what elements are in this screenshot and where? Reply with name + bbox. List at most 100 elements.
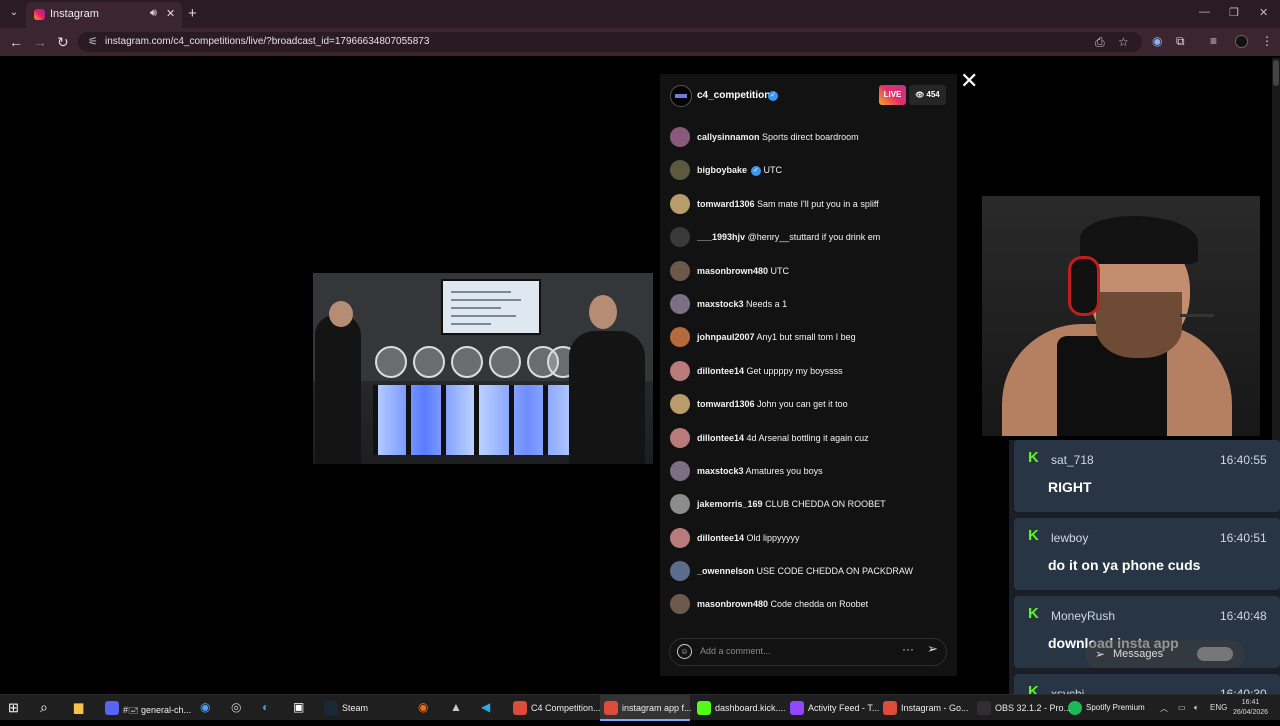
commenter-username[interactable]: tomward1306	[697, 199, 755, 209]
commenter-avatar[interactable]	[670, 527, 690, 548]
person-right	[569, 331, 645, 464]
site-info-icon[interactable]: ⚟	[88, 35, 98, 48]
bookmark-star-icon[interactable]: ☆	[1118, 35, 1129, 49]
tab-search-icon[interactable]: ⌄	[6, 5, 22, 21]
taskbar-app-button[interactable]: dashboard.kick....	[693, 695, 786, 721]
send-icon[interactable]: ➢	[927, 641, 938, 657]
address-bar[interactable]: ⚟ instagram.com/c4_competitions/live/?br…	[78, 32, 1142, 52]
new-tab-button[interactable]: +	[188, 5, 197, 22]
taskbar-app-label: instagram app f...	[622, 703, 692, 713]
live-video[interactable]	[313, 273, 653, 464]
forward-arrow-icon[interactable]: →	[33, 34, 47, 50]
app-icon-b[interactable]: ◎	[231, 700, 241, 726]
restore-button[interactable]: ❐	[1229, 6, 1239, 19]
taskbar-app-button[interactable]: Activity Feed - T...	[786, 695, 879, 721]
emoji-icon[interactable]: ☺	[677, 644, 692, 659]
commenter-avatar[interactable]	[670, 227, 690, 248]
tab-close-icon[interactable]: ✕	[166, 7, 175, 20]
profile-avatar[interactable]	[1235, 35, 1248, 48]
live-comments-panel: c4_competitions ✓ LIVE 👁︎ 454 callysinna…	[660, 74, 957, 676]
commenter-avatar[interactable]	[670, 127, 690, 147]
scrollbar-thumb[interactable]	[1273, 60, 1279, 86]
app-icon-d[interactable]: ▲	[450, 700, 462, 726]
close-window-button[interactable]: ✕	[1259, 6, 1268, 19]
commenter-avatar[interactable]	[670, 160, 690, 181]
taskbar-app-button[interactable]: C4 Competition...	[509, 695, 601, 721]
commenter-avatar[interactable]	[670, 494, 690, 515]
commenter-avatar[interactable]	[670, 327, 690, 348]
commenter-username[interactable]: maxstock3	[697, 466, 744, 476]
back-arrow-icon[interactable]: ←	[9, 34, 23, 50]
file-explorer-icon[interactable]: ▆	[74, 700, 83, 726]
app-icon-a[interactable]: ◉	[200, 700, 210, 726]
volume-icon[interactable]: 🔈︎	[1194, 703, 1199, 713]
taskbar-app-button[interactable]: instagram app f...	[600, 695, 692, 721]
minimize-button[interactable]: —	[1199, 6, 1210, 18]
commenter-avatar[interactable]	[670, 427, 690, 448]
more-options-icon[interactable]: ···	[902, 642, 914, 656]
taskbar-app-button[interactable]: OBS 32.1.2 - Pro...	[973, 695, 1071, 721]
commenter-username[interactable]: _owennelson	[697, 566, 754, 576]
install-app-icon[interactable]: ⎙	[1095, 35, 1105, 50]
commenter-avatar[interactable]	[670, 594, 690, 615]
edge-icon[interactable]: ◐	[262, 700, 269, 726]
host-username[interactable]: c4_competitions	[697, 90, 776, 101]
kick-chat-username[interactable]: sat_718	[1051, 453, 1094, 467]
commenter-username[interactable]: callysinnamon	[697, 132, 760, 142]
comment-input[interactable]	[700, 646, 880, 656]
comment-item: dillontee14 4d Arsenal bottling it again…	[660, 425, 957, 458]
commenter-username[interactable]: dillontee14	[697, 366, 744, 376]
comment-message: CLUB CHEDDA ON ROOBET	[765, 499, 886, 510]
speaker-icon[interactable]: 🔊︎	[150, 7, 157, 20]
commenter-username[interactable]: dillontee14	[697, 533, 744, 543]
tray-chevron-icon[interactable]: ︿	[1160, 703, 1168, 714]
reload-icon[interactable]: ↻	[57, 34, 69, 51]
taskbar-app-button[interactable]: #🖃 general-ch...	[101, 695, 191, 721]
menu-kebab-icon[interactable]: ⋮	[1261, 34, 1273, 48]
verified-badge-icon: ✓	[751, 166, 762, 177]
commenter-username[interactable]: johnpaul2007	[697, 332, 755, 342]
commenter-username[interactable]: masonbrown480	[697, 266, 768, 276]
commenter-username[interactable]: dillontee14	[697, 433, 744, 443]
commenter-username[interactable]: masonbrown480	[697, 599, 768, 609]
network-icon[interactable]: ▭	[1178, 703, 1186, 712]
commenter-avatar[interactable]	[670, 293, 690, 314]
commenter-username[interactable]: jakemorris_169	[697, 499, 763, 509]
commenter-username[interactable]: maxstock3	[697, 299, 744, 309]
close-live-button[interactable]: ✕	[960, 70, 978, 92]
tab-instagram[interactable]: Instagram 🔊︎ ✕	[26, 2, 182, 28]
spotify-tray[interactable]: Spotify Premium	[1068, 695, 1158, 721]
telegram-icon[interactable]: ◀	[481, 700, 490, 726]
comment-text: ___1993hjv @henry__stuttard if you drink…	[697, 232, 880, 242]
kick-chat-username[interactable]: xsychi	[1051, 687, 1084, 694]
comment-item: dillontee14 Get uppppy my boyssss	[660, 358, 957, 391]
windows-start-icon[interactable]: ⊞	[8, 700, 19, 726]
system-clock[interactable]: 16:41 26/04/2026	[1233, 698, 1268, 718]
person-right-head	[589, 295, 617, 329]
commenter-avatar[interactable]	[670, 260, 690, 281]
kick-chat-username[interactable]: MoneyRush	[1051, 609, 1115, 623]
kick-chat-username[interactable]: lewboy	[1051, 531, 1088, 545]
commenter-avatar[interactable]	[670, 394, 690, 415]
viewer-count: 👁︎ 454	[909, 85, 946, 105]
messages-button[interactable]: ➢ Messages	[1085, 640, 1245, 668]
taskbar-app-button[interactable]: Steam	[320, 695, 400, 721]
commenter-username[interactable]: bigboybake	[697, 165, 747, 175]
host-avatar[interactable]	[670, 85, 692, 107]
language-indicator[interactable]: ENG	[1210, 703, 1227, 712]
reading-list-icon[interactable]: ≡	[1210, 34, 1217, 48]
extension-icon[interactable]: ◉	[1152, 34, 1162, 48]
taskbar-app-button[interactable]: Instagram - Go...	[879, 695, 969, 721]
url-text[interactable]: instagram.com/c4_competitions/live/?broa…	[105, 36, 429, 47]
commenter-avatar[interactable]	[670, 193, 690, 214]
commenter-avatar[interactable]	[670, 460, 690, 481]
commenter-avatar[interactable]	[670, 360, 690, 381]
commenter-username[interactable]: ___1993hjv	[697, 232, 745, 242]
commenter-avatar[interactable]	[670, 561, 690, 582]
search-icon[interactable]: ⌕	[40, 699, 48, 725]
extensions-puzzle-icon[interactable]: ⧉	[1176, 34, 1185, 49]
taskbar-app-icon	[977, 701, 991, 715]
firefox-icon[interactable]: ◉	[418, 700, 428, 726]
commenter-username[interactable]: tomward1306	[697, 399, 755, 409]
app-icon-c[interactable]: ▣	[293, 700, 304, 726]
